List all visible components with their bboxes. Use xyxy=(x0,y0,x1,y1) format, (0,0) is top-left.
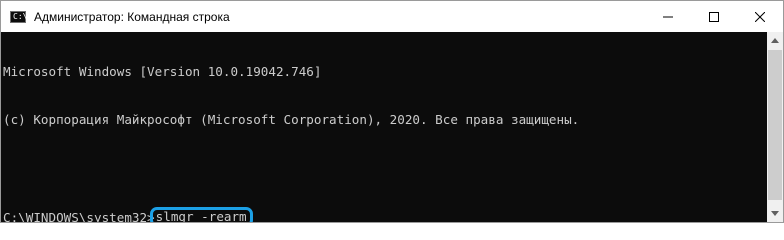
vertical-scrollbar[interactable] xyxy=(767,32,783,222)
close-button[interactable] xyxy=(737,1,783,32)
cmd-icon-glyph: C:\ xyxy=(13,11,28,21)
maximize-icon xyxy=(709,11,719,22)
console-line: (c) Корпорация Майкрософт (Microsoft Cor… xyxy=(3,112,580,127)
scroll-up-button[interactable] xyxy=(767,32,783,49)
window-title: Администратор: Командная строка xyxy=(34,9,230,24)
console-output[interactable]: Microsoft Windows [Version 10.0.19042.74… xyxy=(1,32,767,222)
prompt-path: C:\WINDOWS\system32> xyxy=(3,210,155,223)
title-bar[interactable]: C:\ Администратор: Командная строка xyxy=(1,1,783,32)
command-line: C:\WINDOWS\system32>slmgr -rearm xyxy=(3,207,767,223)
chevron-up-icon xyxy=(771,38,779,43)
console-line: Microsoft Windows [Version 10.0.19042.74… xyxy=(3,64,322,79)
highlighted-command: slmgr -rearm xyxy=(149,207,253,223)
minimize-icon xyxy=(663,16,673,17)
command-prompt-window: C:\ Администратор: Командная строка Micr… xyxy=(0,0,784,223)
window-controls xyxy=(645,1,783,32)
minimize-button[interactable] xyxy=(645,1,691,32)
chevron-down-icon xyxy=(771,211,779,216)
maximize-button[interactable] xyxy=(691,1,737,32)
command-text: slmgr -rearm xyxy=(155,209,247,223)
scrollbar-thumb[interactable] xyxy=(768,50,782,200)
cmd-icon: C:\ xyxy=(10,10,28,23)
scroll-down-button[interactable] xyxy=(767,205,783,222)
close-icon xyxy=(755,11,765,22)
